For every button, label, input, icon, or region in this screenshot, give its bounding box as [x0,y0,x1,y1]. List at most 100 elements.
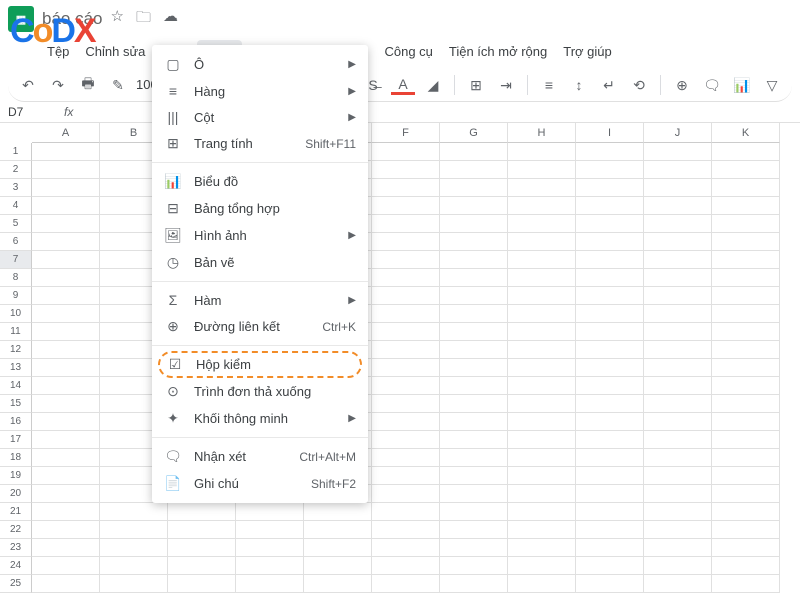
cell[interactable] [712,359,780,377]
cell[interactable] [372,575,440,593]
cell[interactable] [440,467,508,485]
cell[interactable] [440,215,508,233]
cell[interactable] [644,287,712,305]
cell[interactable] [372,359,440,377]
cell[interactable] [712,323,780,341]
cell[interactable] [372,161,440,179]
cell[interactable] [576,215,644,233]
menu-item-ghi-chú[interactable]: 📄Ghi chúShift+F2 [152,470,368,497]
cell[interactable] [32,575,100,593]
row-header[interactable]: 8 [0,269,32,287]
cell[interactable] [100,521,168,539]
cell[interactable] [372,395,440,413]
cell[interactable] [644,449,712,467]
cell[interactable] [712,197,780,215]
menu-item-bảng-tổng-hợp[interactable]: ⊟Bảng tổng hợp [152,195,368,222]
cell[interactable] [712,539,780,557]
row-header[interactable]: 7 [0,251,32,269]
cell[interactable] [576,143,644,161]
cell[interactable] [32,377,100,395]
cell[interactable] [372,287,440,305]
cell[interactable] [440,233,508,251]
menu-extensions[interactable]: Tiện ích mở rộng [442,40,554,63]
cell[interactable] [644,215,712,233]
cell[interactable] [32,233,100,251]
column-header[interactable]: F [372,123,440,143]
cell[interactable] [236,503,304,521]
cell[interactable] [712,377,780,395]
cell[interactable] [100,557,168,575]
cell[interactable] [712,431,780,449]
row-header[interactable]: 25 [0,575,32,593]
cell[interactable] [440,251,508,269]
cell[interactable] [372,539,440,557]
cell[interactable] [32,287,100,305]
cell[interactable] [644,413,712,431]
cell[interactable] [372,485,440,503]
fill-color-icon[interactable]: ◢ [421,73,445,97]
cell[interactable] [440,143,508,161]
borders-icon[interactable]: ⊞ [464,73,488,97]
cell[interactable] [32,305,100,323]
cell[interactable] [712,395,780,413]
move-icon[interactable]: 🗀 [136,7,151,32]
wrap-icon[interactable]: ↵ [597,73,621,97]
column-header[interactable]: K [712,123,780,143]
cell[interactable] [440,323,508,341]
cell[interactable] [576,431,644,449]
cell[interactable] [440,341,508,359]
cell[interactable] [644,395,712,413]
cell[interactable] [712,467,780,485]
cell[interactable] [32,503,100,521]
cell[interactable] [644,431,712,449]
row-header[interactable]: 11 [0,323,32,341]
rotate-icon[interactable]: ⟲ [627,73,651,97]
menu-tools[interactable]: Công cụ [377,40,439,63]
cell[interactable] [508,431,576,449]
cell[interactable] [32,485,100,503]
cell[interactable] [712,179,780,197]
cell[interactable] [372,215,440,233]
row-header[interactable]: 18 [0,449,32,467]
cell[interactable] [440,395,508,413]
cell[interactable] [508,341,576,359]
undo-icon[interactable]: ↶ [16,73,40,97]
menu-item-biểu-đồ[interactable]: 📊Biểu đồ [152,168,368,195]
cell[interactable] [168,521,236,539]
cell[interactable] [644,467,712,485]
cell[interactable] [236,521,304,539]
row-header[interactable]: 22 [0,521,32,539]
redo-icon[interactable]: ↷ [46,73,70,97]
cell[interactable] [712,215,780,233]
cell[interactable] [576,503,644,521]
cell[interactable] [508,539,576,557]
row-header[interactable]: 19 [0,467,32,485]
row-header[interactable]: 14 [0,377,32,395]
cell[interactable] [712,413,780,431]
cell[interactable] [644,161,712,179]
cell[interactable] [372,341,440,359]
cell[interactable] [372,503,440,521]
cell[interactable] [508,575,576,593]
align-icon[interactable]: ≡ [537,73,561,97]
cell[interactable] [440,557,508,575]
cell[interactable] [372,233,440,251]
cell[interactable] [644,521,712,539]
cell[interactable] [32,179,100,197]
cell[interactable] [644,557,712,575]
cell[interactable] [576,557,644,575]
cell[interactable] [508,179,576,197]
cell[interactable] [440,161,508,179]
cell[interactable] [32,467,100,485]
cell[interactable] [372,467,440,485]
text-color-icon[interactable]: A [391,75,415,95]
cell[interactable] [440,179,508,197]
cell[interactable] [508,503,576,521]
cell[interactable] [508,467,576,485]
cell[interactable] [644,269,712,287]
cell[interactable] [372,269,440,287]
column-header[interactable]: J [644,123,712,143]
cell[interactable] [508,359,576,377]
cell[interactable] [32,341,100,359]
filter-icon[interactable]: ▽ [760,73,784,97]
